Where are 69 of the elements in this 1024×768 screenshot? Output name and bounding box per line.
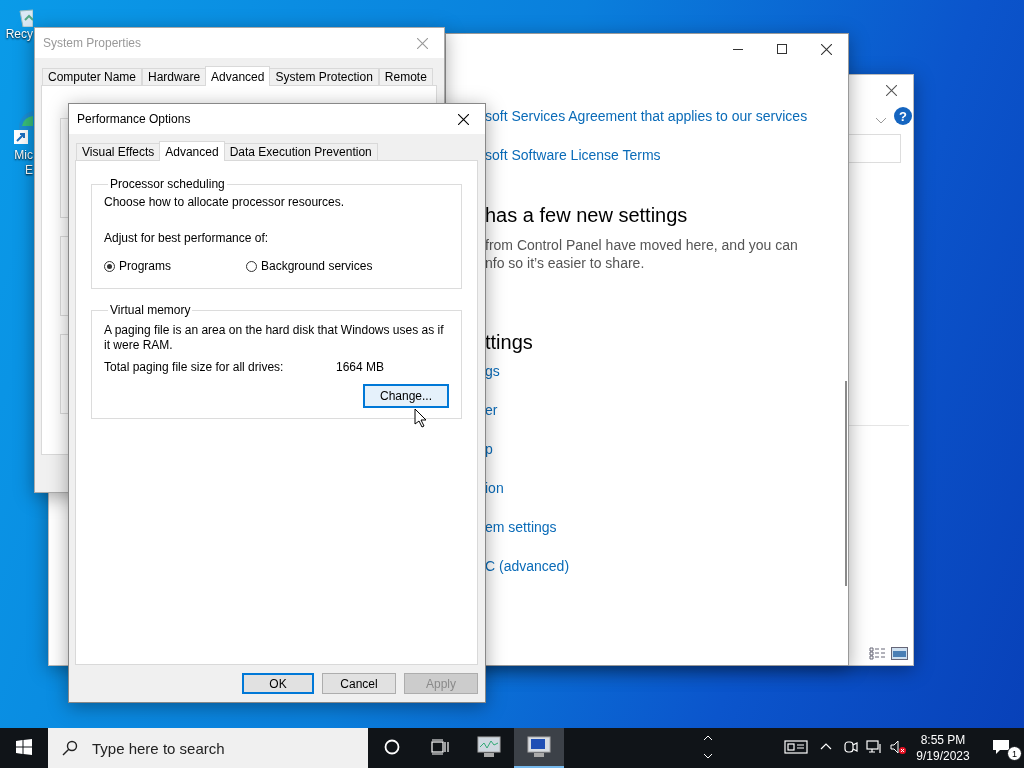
section-heading: has a few new settings <box>485 203 689 228</box>
close-icon <box>885 84 897 96</box>
group-legend: Processor scheduling <box>108 177 227 191</box>
settings-link[interactable]: p <box>485 430 848 469</box>
tab[interactable]: Computer Name <box>42 68 143 86</box>
clock[interactable]: 8:55 PM 9/19/2023 <box>910 732 976 764</box>
dialog-button[interactable]: OK <box>242 673 314 694</box>
monitor-icon <box>527 736 551 758</box>
search-input[interactable]: Type here to search <box>90 738 354 758</box>
cursor-icon <box>414 408 426 428</box>
clock-time: 8:55 PM <box>920 732 966 748</box>
settings-link[interactable]: C (advanced) <box>485 547 848 586</box>
radio-option[interactable]: Background services <box>246 259 388 273</box>
close-icon <box>416 37 428 49</box>
description-text: nfo so it’s easier to share. <box>485 254 646 272</box>
notifications-button[interactable]: 1 <box>978 728 1024 768</box>
tab[interactable]: Data Execution Prevention <box>223 143 378 161</box>
description-text: from Control Panel have moved here, and you can <box>485 236 799 254</box>
total-label: Total paging file size for all drives: <box>104 360 285 375</box>
close-icon <box>457 113 469 125</box>
chevron-down-icon[interactable] <box>875 117 887 125</box>
settings-link[interactable]: soft Software License Terms <box>485 136 848 175</box>
camera-icon[interactable] <box>842 739 858 755</box>
desktop-icon-label: Recy <box>5 27 33 42</box>
windows-logo-icon <box>16 739 32 755</box>
notification-count: 1 <box>1007 746 1022 761</box>
description-text: A paging file is an area on the hard disk that Windows uses as if it were RAM. <box>104 323 445 353</box>
help-button[interactable]: ? <box>894 107 912 125</box>
monitor-chart-icon <box>477 736 501 758</box>
tab[interactable]: System Protection <box>269 68 379 86</box>
scrollbar[interactable] <box>845 381 847 586</box>
settings-link[interactable]: ion <box>485 469 848 508</box>
total-value: 1664 MB <box>336 360 385 375</box>
clock-date: 9/19/2023 <box>916 748 970 764</box>
taskbar-app[interactable] <box>514 728 564 768</box>
chevron-up-down-icon <box>703 734 713 760</box>
maximize-icon <box>777 44 787 54</box>
minimize-icon <box>733 48 743 50</box>
desktop-icon-label: E <box>25 163 33 178</box>
desktop-icon-label: Mic <box>14 148 33 163</box>
details-view-icon[interactable] <box>869 647 887 660</box>
recycle-bin-icon[interactable] <box>19 8 33 27</box>
task-view-icon[interactable] <box>431 739 449 755</box>
prompt-text: Adjust for best performance of: <box>104 231 270 246</box>
dialog-button[interactable]: Cancel <box>322 673 396 694</box>
search-field[interactable]: Type here to search <box>48 728 368 768</box>
news-icon[interactable] <box>784 739 808 755</box>
network-icon[interactable] <box>866 739 882 755</box>
section-heading: ttings <box>485 330 534 355</box>
search-icon <box>62 740 78 756</box>
close-icon <box>820 43 832 55</box>
settings-link[interactable]: em settings <box>485 508 848 547</box>
change-button[interactable]: Change... <box>363 384 449 408</box>
window-title: Performance Options <box>77 112 191 126</box>
tab[interactable]: Visual Effects <box>76 143 161 161</box>
tab[interactable]: Remote <box>378 68 433 86</box>
settings-link[interactable]: soft Services Agreement that applies to our services <box>485 97 848 136</box>
description-text: Choose how to allocate processor resources. <box>104 195 346 210</box>
tab[interactable]: Hardware <box>142 68 207 86</box>
group-legend: Virtual memory <box>108 303 193 317</box>
window-title: System Properties <box>43 36 142 50</box>
settings-link[interactable]: er <box>485 391 848 430</box>
circle-icon <box>384 739 400 755</box>
notification-icon <box>992 739 1010 755</box>
tab[interactable]: Advanced <box>205 66 271 86</box>
radio-option[interactable]: Programs <box>104 259 246 273</box>
tab[interactable]: Advanced <box>159 141 225 161</box>
settings-link[interactable]: gs <box>485 352 848 391</box>
preview-view-icon[interactable] <box>891 647 908 660</box>
